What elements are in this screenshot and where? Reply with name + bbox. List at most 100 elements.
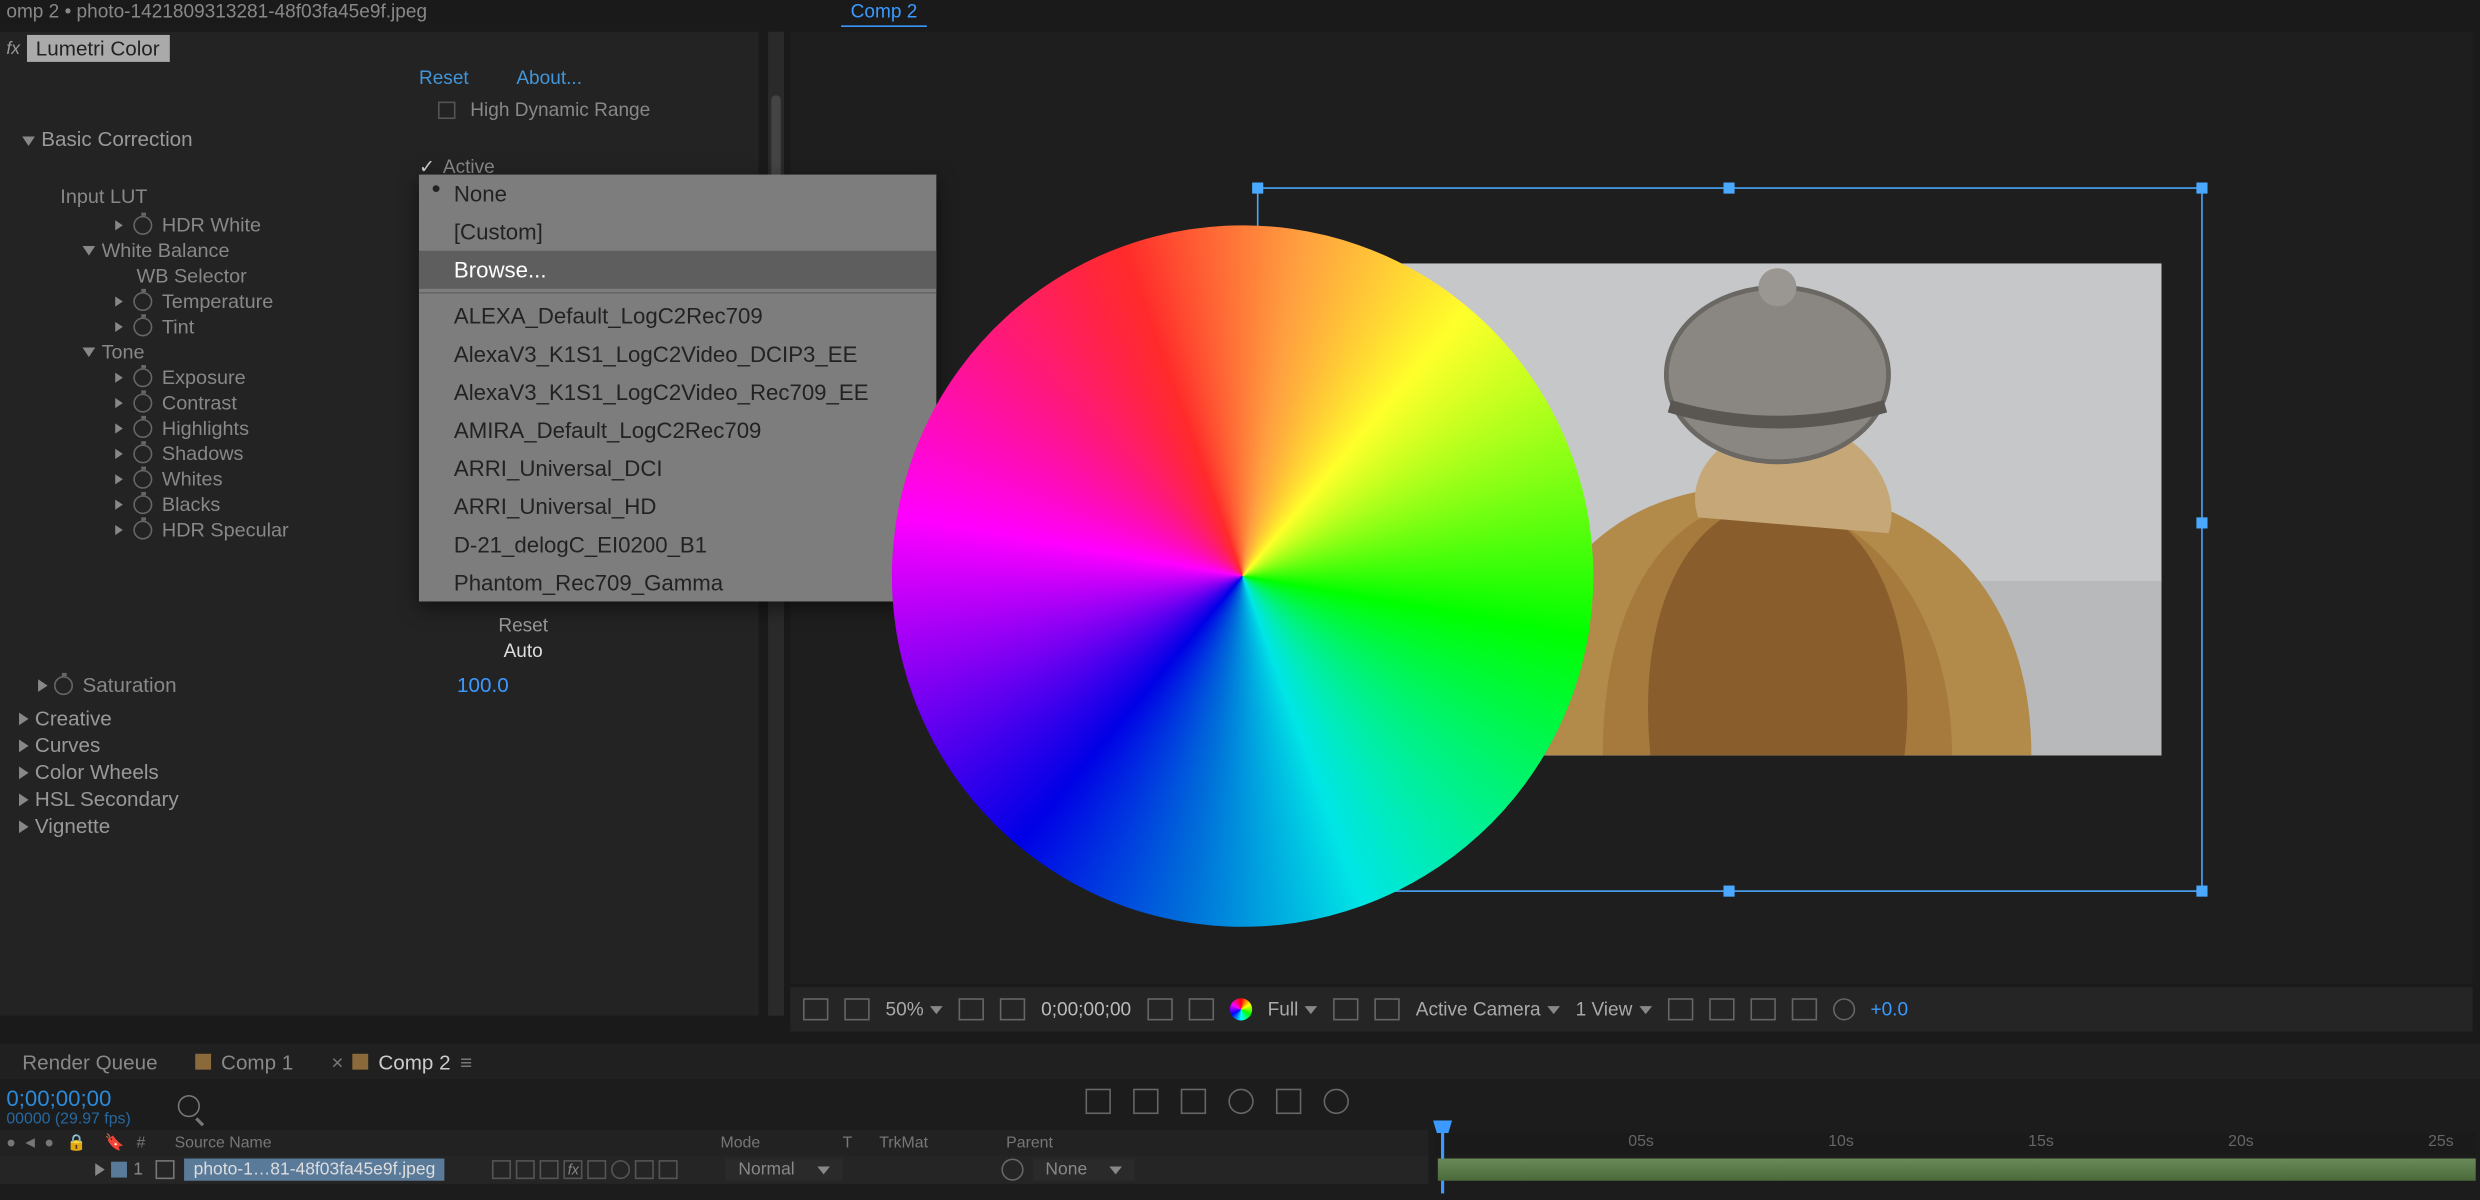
resolution-dropdown[interactable]: Full — [1268, 998, 1318, 1020]
stopwatch-icon[interactable] — [133, 444, 152, 463]
tab-comp2[interactable]: ×Comp 2≡ — [331, 1050, 472, 1074]
pixel-aspect-icon[interactable] — [1667, 998, 1692, 1020]
timeline-icon[interactable] — [1750, 998, 1775, 1020]
preview-timecode[interactable]: 0;00;00;00 — [1041, 998, 1131, 1020]
solo-icon[interactable]: ● — [44, 1134, 66, 1151]
tab-render-queue[interactable]: Render Queue — [22, 1050, 157, 1074]
about-link[interactable]: About... — [516, 67, 582, 89]
stopwatch-icon[interactable] — [133, 394, 152, 413]
current-time-indicator[interactable]: 0;00;00;00 — [6, 1086, 111, 1111]
section-vignette[interactable]: Vignette — [6, 813, 191, 840]
collapse-icon[interactable] — [516, 1160, 535, 1179]
quality-icon[interactable] — [540, 1160, 559, 1179]
white-balance-header[interactable]: White Balance — [41, 238, 422, 263]
frame-blend-icon[interactable] — [1181, 1089, 1206, 1114]
comp-mini-flowchart-icon[interactable] — [1086, 1089, 1111, 1114]
lut-option[interactable]: Phantom_Rec709_Gamma — [419, 563, 936, 601]
param-shadows[interactable]: Shadows — [41, 441, 422, 466]
section-curves[interactable]: Curves — [6, 732, 191, 759]
fx-toggle-icon[interactable]: fx — [564, 1160, 583, 1179]
exposure-value[interactable]: +0.0 — [1870, 998, 1908, 1020]
frame-blend-toggle-icon[interactable] — [588, 1160, 607, 1179]
tone-auto-button[interactable]: Auto — [498, 638, 548, 663]
param-saturation[interactable]: Saturation 100.0 — [38, 673, 736, 697]
section-hsl-secondary[interactable]: HSL Secondary — [6, 786, 191, 813]
link-icon[interactable] — [1188, 998, 1213, 1020]
draft-3d-icon[interactable] — [1133, 1089, 1158, 1114]
section-creative[interactable]: Creative — [6, 705, 191, 732]
lut-option[interactable]: D-21_delogC_EI0200_B1 — [419, 525, 936, 563]
section-color-wheels[interactable]: Color Wheels — [6, 759, 191, 786]
param-highlights[interactable]: Highlights — [41, 416, 422, 441]
tone-header[interactable]: Tone — [41, 340, 422, 365]
lut-option[interactable]: ARRI_Universal_DCI — [419, 449, 936, 487]
exposure-reset-icon[interactable] — [1832, 998, 1854, 1020]
param-tint[interactable]: Tint — [41, 314, 422, 339]
parent-pickwhip-icon[interactable] — [1001, 1159, 1023, 1181]
stopwatch-icon[interactable] — [133, 419, 152, 438]
layer-name[interactable]: photo-1…81-48f03fa45e9f.jpeg — [184, 1159, 445, 1181]
parent-dropdown[interactable]: None — [1033, 1159, 1135, 1181]
stopwatch-icon[interactable] — [133, 495, 152, 514]
views-dropdown[interactable]: 1 View — [1576, 998, 1652, 1020]
tab-comp1[interactable]: Comp 1 — [196, 1050, 294, 1074]
stopwatch-icon[interactable] — [54, 675, 73, 694]
lut-option[interactable]: ALEXA_Default_LogC2Rec709 — [419, 297, 936, 335]
motion-blur-icon[interactable] — [1228, 1089, 1253, 1114]
lock-icon[interactable]: 🔒 — [67, 1134, 89, 1151]
stopwatch-icon[interactable] — [133, 368, 152, 387]
shy-icon[interactable] — [492, 1160, 511, 1179]
lut-option[interactable]: AlexaV3_K1S1_LogC2Video_Rec709_EE — [419, 373, 936, 411]
param-blacks[interactable]: Blacks — [41, 492, 422, 517]
param-contrast[interactable]: Contrast — [41, 390, 422, 415]
resolution-icon[interactable] — [959, 998, 984, 1020]
3d-layer-icon[interactable] — [659, 1160, 678, 1179]
zoom-dropdown[interactable]: 50% — [886, 998, 943, 1020]
saturation-value[interactable]: 100.0 — [457, 673, 509, 697]
reset-link[interactable]: Reset — [419, 67, 469, 89]
param-temperature[interactable]: Temperature — [41, 289, 422, 314]
layer-duration-bar[interactable] — [1438, 1159, 2476, 1181]
color-mgmt-icon[interactable] — [1230, 998, 1252, 1020]
stopwatch-icon[interactable] — [133, 292, 152, 311]
camera-dropdown[interactable]: Active Camera — [1416, 998, 1560, 1020]
motion-blur-toggle-icon[interactable] — [611, 1160, 630, 1179]
flowchart-icon[interactable] — [1791, 998, 1816, 1020]
lut-option-browse[interactable]: Browse... — [419, 251, 936, 289]
lut-option[interactable]: ARRI_Universal_HD — [419, 487, 936, 525]
stopwatch-icon[interactable] — [133, 470, 152, 489]
brainstorm-icon[interactable] — [1324, 1089, 1349, 1114]
preview-tab-comp2[interactable]: Comp 2 — [841, 0, 927, 27]
region-icon[interactable] — [1000, 998, 1025, 1020]
tone-reset-button[interactable]: Reset — [498, 613, 548, 638]
param-hdr-white[interactable]: HDR White — [41, 213, 422, 238]
effect-name[interactable]: Lumetri Color — [26, 35, 169, 62]
snapshot-icon[interactable] — [803, 998, 828, 1020]
stopwatch-icon[interactable] — [133, 317, 152, 336]
channels-icon[interactable] — [1374, 998, 1399, 1020]
lut-option-custom[interactable]: [Custom] — [419, 213, 936, 251]
visibility-icon[interactable]: ● — [0, 1134, 22, 1151]
camera-icon[interactable] — [1147, 998, 1172, 1020]
grid-icon[interactable] — [1333, 998, 1358, 1020]
basic-correction-header[interactable]: Basic Correction — [13, 124, 202, 154]
stopwatch-icon[interactable] — [133, 521, 152, 540]
hdr-checkbox[interactable] — [438, 102, 455, 119]
adjustment-icon[interactable] — [635, 1160, 654, 1179]
param-hdr-specular[interactable]: HDR Specular — [41, 517, 422, 542]
time-ruler[interactable]: 05s 10s 15s 20s 25s — [1435, 1133, 2476, 1155]
search-icon[interactable] — [178, 1095, 200, 1117]
param-whites[interactable]: Whites — [41, 467, 422, 492]
blend-mode-dropdown[interactable]: Normal — [726, 1159, 843, 1181]
param-wb-selector[interactable]: WB Selector — [41, 263, 422, 288]
lut-option-none[interactable]: None — [419, 175, 936, 213]
fast-preview-icon[interactable] — [1709, 998, 1734, 1020]
param-exposure[interactable]: Exposure — [41, 365, 422, 390]
lut-option[interactable]: AMIRA_Default_LogC2Rec709 — [419, 411, 936, 449]
audio-icon[interactable]: ◄ — [22, 1134, 44, 1151]
display-icon[interactable] — [844, 998, 869, 1020]
lut-option[interactable]: AlexaV3_K1S1_LogC2Video_DCIP3_EE — [419, 335, 936, 373]
graph-editor-icon[interactable] — [1276, 1089, 1301, 1114]
stopwatch-icon[interactable] — [133, 216, 152, 235]
timeline-layer-row[interactable]: 1 photo-1…81-48f03fa45e9f.jpeg fx Normal… — [0, 1155, 1428, 1184]
